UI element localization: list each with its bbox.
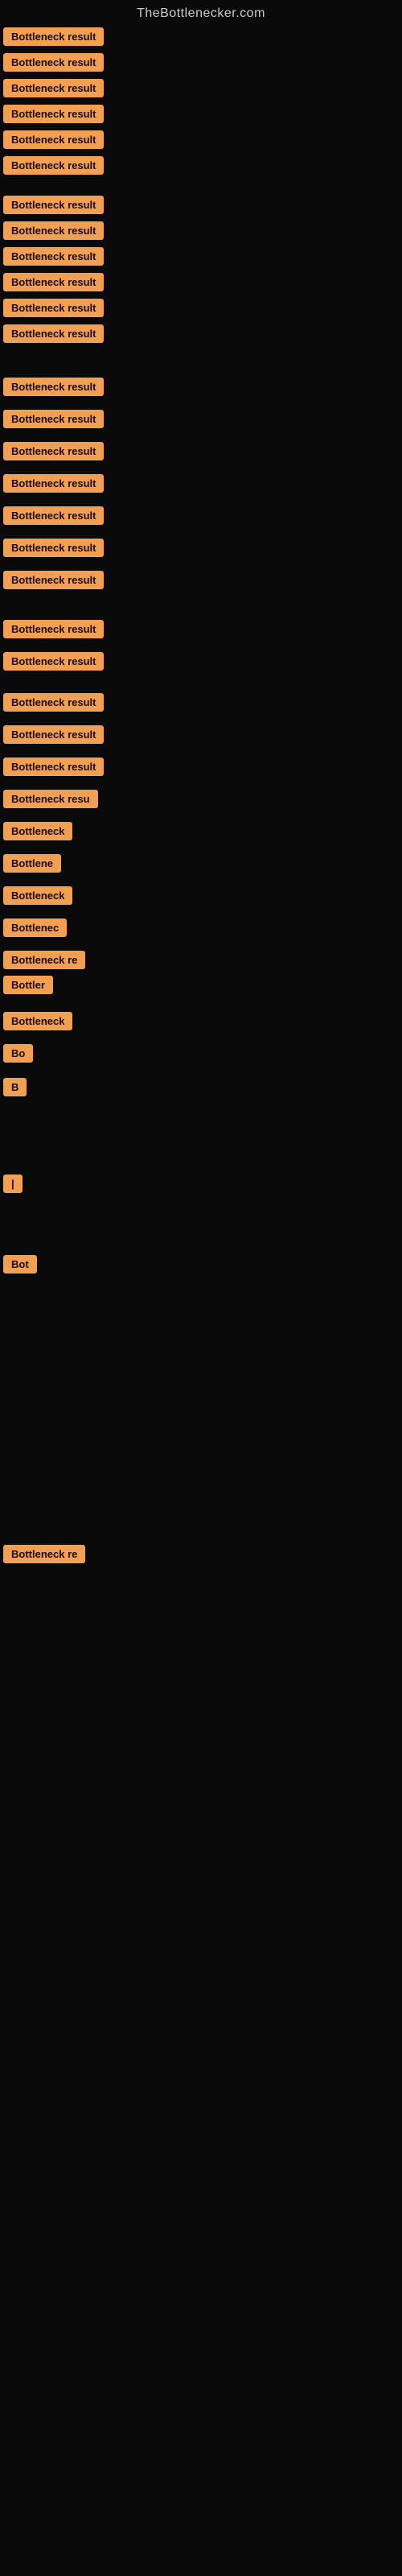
bottleneck-badge: Bottleneck result: [3, 247, 104, 266]
bottleneck-badge-row: Bottleneck result: [3, 196, 104, 218]
bottleneck-badge-row: Bottleneck result: [3, 53, 104, 76]
bottleneck-badge: Bottleneck result: [3, 273, 104, 291]
bottleneck-badge: Bottleneck result: [3, 693, 104, 712]
bottleneck-badge: Bo: [3, 1044, 33, 1063]
bottleneck-badge: Bottleneck result: [3, 299, 104, 317]
bottleneck-badge: Bottleneck result: [3, 130, 104, 149]
bottleneck-badge-row: Bottleneck result: [3, 571, 104, 593]
bottleneck-badge-row: Bottleneck resu: [3, 790, 98, 812]
bottleneck-badge-row: Bottleneck result: [3, 156, 104, 179]
bottleneck-badge-row: Bottleneck result: [3, 539, 104, 561]
bottleneck-badge-row: Bottleneck re: [3, 951, 85, 973]
site-title: TheBottlenecker.com: [0, 0, 402, 27]
bottleneck-badge: |: [3, 1174, 23, 1193]
bottleneck-badge: Bottleneck result: [3, 196, 104, 214]
bottleneck-badge: Bottleneck result: [3, 758, 104, 776]
bottleneck-badge: Bottleneck result: [3, 474, 104, 493]
bottleneck-badge: Bottleneck re: [3, 951, 85, 969]
bottleneck-badge: Bottleneck result: [3, 324, 104, 343]
bottleneck-badge: Bottleneck: [3, 822, 72, 840]
bottleneck-badge-row: Bottleneck result: [3, 410, 104, 432]
bottleneck-badge: Bottleneck re: [3, 1545, 85, 1563]
bottleneck-badge-row: Bottleneck result: [3, 474, 104, 497]
bottleneck-badge: Bottleneck result: [3, 506, 104, 525]
bottleneck-badge: Bottleneck result: [3, 539, 104, 557]
bottleneck-badge-row: Bottleneck result: [3, 299, 104, 321]
bottleneck-badge-row: Bottleneck result: [3, 725, 104, 748]
bottleneck-badge-row: Bottleneck: [3, 886, 72, 909]
bottleneck-badge-row: Bo: [3, 1044, 33, 1067]
bottleneck-badge: Bottleneck resu: [3, 790, 98, 808]
bottleneck-badge: Bottleneck: [3, 886, 72, 905]
bottleneck-badge-row: Bottleneck: [3, 822, 72, 844]
bottleneck-badge: Bottleneck result: [3, 105, 104, 123]
bottleneck-badge: Bottlenec: [3, 919, 67, 937]
bottleneck-badge-row: Bottleneck result: [3, 378, 104, 400]
bottleneck-badge: Bottleneck result: [3, 221, 104, 240]
bottleneck-badge: Bottlene: [3, 854, 61, 873]
bottleneck-badge-row: Bottleneck result: [3, 105, 104, 127]
bottleneck-badge-row: B: [3, 1078, 27, 1100]
bottleneck-badge-row: Bottler: [3, 976, 53, 998]
bottleneck-badge: Bot: [3, 1255, 37, 1274]
bottleneck-badge-row: Bottleneck result: [3, 130, 104, 153]
bottleneck-badge-row: Bottleneck re: [3, 1545, 85, 1567]
bottleneck-badge-row: Bottleneck result: [3, 79, 104, 101]
bottleneck-badge: Bottleneck: [3, 1012, 72, 1030]
bottleneck-badge: Bottleneck result: [3, 442, 104, 460]
bottleneck-badge-row: Bottleneck result: [3, 221, 104, 244]
bottleneck-badge: Bottleneck result: [3, 27, 104, 46]
bottleneck-badge-row: Bottleneck result: [3, 652, 104, 675]
bottleneck-badge-row: Bottleneck result: [3, 506, 104, 529]
bottleneck-badge-row: Bottleneck result: [3, 324, 104, 347]
bottleneck-badge: Bottleneck result: [3, 378, 104, 396]
bottleneck-badge-row: Bottlene: [3, 854, 61, 877]
bottleneck-badge: Bottleneck result: [3, 156, 104, 175]
bottleneck-badge: Bottleneck result: [3, 652, 104, 671]
bottleneck-badge-row: Bottleneck result: [3, 620, 104, 642]
bottleneck-badge: Bottleneck result: [3, 53, 104, 72]
bottleneck-badge-row: Bottleneck result: [3, 758, 104, 780]
bottleneck-badge-row: Bot: [3, 1255, 37, 1278]
bottleneck-badge-row: Bottleneck result: [3, 27, 104, 50]
bottleneck-badge: Bottleneck result: [3, 79, 104, 97]
bottleneck-badge-row: Bottleneck result: [3, 273, 104, 295]
bottleneck-badge: Bottleneck result: [3, 725, 104, 744]
bottleneck-badge: Bottleneck result: [3, 620, 104, 638]
bottleneck-badge-row: |: [3, 1174, 23, 1197]
bottleneck-badge: Bottleneck result: [3, 571, 104, 589]
bottleneck-badge-row: Bottleneck: [3, 1012, 72, 1034]
bottleneck-badge: Bottler: [3, 976, 53, 994]
bottleneck-badge: Bottleneck result: [3, 410, 104, 428]
bottleneck-badge-row: Bottleneck result: [3, 442, 104, 464]
bottleneck-badge-row: Bottleneck result: [3, 693, 104, 716]
bottleneck-badge-row: Bottlenec: [3, 919, 67, 941]
bottleneck-badge-row: Bottleneck result: [3, 247, 104, 270]
bottleneck-badge: B: [3, 1078, 27, 1096]
